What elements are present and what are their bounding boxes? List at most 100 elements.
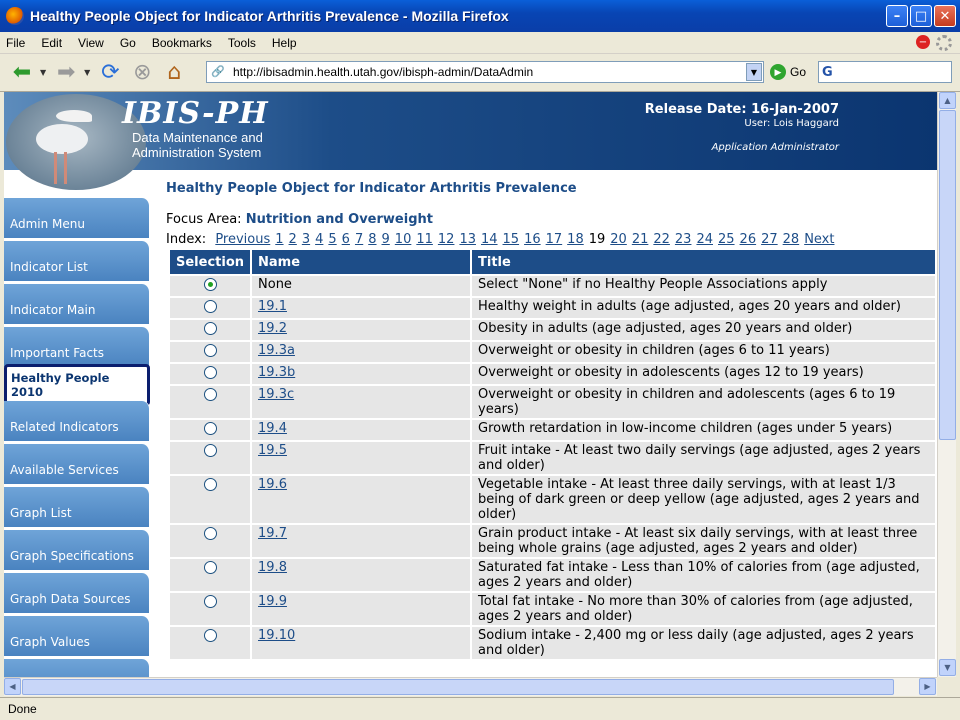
index-link[interactable]: 23 bbox=[675, 232, 692, 247]
index-link[interactable]: 20 bbox=[610, 232, 627, 247]
objective-link[interactable]: 19.7 bbox=[258, 526, 287, 541]
menu-edit[interactable]: Edit bbox=[41, 36, 62, 50]
index-link[interactable]: 12 bbox=[438, 232, 455, 247]
sidebar-item-graph-data-sources[interactable]: Graph Data Sources bbox=[4, 573, 150, 613]
menu-file[interactable]: File bbox=[6, 36, 25, 50]
selection-radio[interactable] bbox=[203, 300, 217, 313]
index-link[interactable]: 7 bbox=[355, 232, 363, 247]
index-link[interactable]: 16 bbox=[524, 232, 541, 247]
horizontal-scroll-thumb[interactable] bbox=[22, 679, 894, 695]
objective-link[interactable]: 19.3c bbox=[258, 387, 294, 402]
sidebar-item-important-facts[interactable]: Important Facts bbox=[4, 327, 150, 367]
selection-radio[interactable] bbox=[203, 478, 217, 491]
index-link[interactable]: 28 bbox=[783, 232, 800, 247]
search-engine-icon[interactable]: G bbox=[822, 65, 833, 80]
close-button[interactable]: ✕ bbox=[934, 5, 956, 27]
vertical-scroll-thumb[interactable] bbox=[939, 110, 956, 440]
selection-cell bbox=[170, 593, 251, 625]
sidebar-item-available-services[interactable]: Available Services bbox=[4, 444, 150, 484]
objective-link[interactable]: 19.4 bbox=[258, 421, 287, 436]
selection-radio[interactable] bbox=[203, 527, 217, 540]
index-link[interactable]: 27 bbox=[761, 232, 778, 247]
maximize-button[interactable]: □ bbox=[910, 5, 932, 27]
forward-dropdown-icon[interactable]: ▼ bbox=[84, 68, 90, 77]
url-input[interactable] bbox=[233, 65, 746, 79]
objective-link[interactable]: 19.8 bbox=[258, 560, 287, 575]
sidebar-item-healthy-people-2010[interactable]: Healthy People 2010 bbox=[4, 364, 150, 406]
sidebar-item-indicator-list[interactable]: Indicator List bbox=[4, 241, 150, 281]
search-box[interactable]: G bbox=[818, 61, 952, 83]
sidebar-item-more[interactable] bbox=[4, 659, 150, 677]
menu-go[interactable]: Go bbox=[120, 36, 136, 50]
reload-icon[interactable]: ⟳ bbox=[96, 59, 124, 87]
index-link[interactable]: 21 bbox=[632, 232, 649, 247]
stop-icon[interactable]: ⊗ bbox=[128, 59, 156, 87]
selection-radio[interactable] bbox=[203, 595, 217, 608]
vertical-scrollbar[interactable]: ▲ ▼ bbox=[937, 92, 956, 677]
objective-link[interactable]: 19.9 bbox=[258, 594, 287, 609]
back-dropdown-icon[interactable]: ▼ bbox=[40, 68, 46, 77]
index-link[interactable]: 10 bbox=[395, 232, 412, 247]
selection-radio[interactable] bbox=[203, 561, 217, 574]
url-bar[interactable]: 🔗 ▼ bbox=[206, 61, 764, 83]
horizontal-scrollbar[interactable]: ◀ ▶ bbox=[4, 677, 937, 696]
url-dropdown-icon[interactable]: ▼ bbox=[746, 63, 762, 81]
index-link[interactable]: 14 bbox=[481, 232, 498, 247]
index-link[interactable]: 11 bbox=[416, 232, 433, 247]
table-row: 19.7 Grain product intake - At least six … bbox=[170, 525, 935, 557]
scroll-up-icon[interactable]: ▲ bbox=[939, 92, 956, 109]
objective-link[interactable]: 19.5 bbox=[258, 443, 287, 458]
forward-arrow-icon[interactable]: ➡ bbox=[52, 59, 80, 87]
sidebar-item-graph-list[interactable]: Graph List bbox=[4, 487, 150, 527]
index-link[interactable]: 2 bbox=[289, 232, 297, 247]
index-link[interactable]: 9 bbox=[382, 232, 390, 247]
index-link[interactable]: 22 bbox=[653, 232, 670, 247]
objective-link[interactable]: 19.10 bbox=[258, 628, 295, 643]
selection-radio[interactable] bbox=[203, 278, 217, 291]
index-link[interactable]: 13 bbox=[459, 232, 476, 247]
home-icon[interactable]: ⌂ bbox=[160, 59, 188, 87]
objective-link[interactable]: 19.3a bbox=[258, 343, 295, 358]
index-link[interactable]: 18 bbox=[567, 232, 584, 247]
index-link[interactable]: 6 bbox=[342, 232, 350, 247]
back-arrow-icon[interactable]: ⬅ bbox=[8, 59, 36, 87]
index-link[interactable]: 4 bbox=[315, 232, 323, 247]
menu-bookmarks[interactable]: Bookmarks bbox=[152, 36, 212, 50]
index-link[interactable]: 8 bbox=[368, 232, 376, 247]
scroll-left-icon[interactable]: ◀ bbox=[4, 678, 21, 695]
user-role: Application Administrator bbox=[711, 142, 839, 153]
objective-link[interactable]: 19.1 bbox=[258, 299, 287, 314]
sidebar-item-indicator-main[interactable]: Indicator Main bbox=[4, 284, 150, 324]
objective-link[interactable]: 19.3b bbox=[258, 365, 295, 380]
menu-view[interactable]: View bbox=[78, 36, 104, 50]
sidebar-item-related-indicators[interactable]: Related Indicators bbox=[4, 401, 150, 441]
index-link[interactable]: 17 bbox=[546, 232, 563, 247]
sidebar-item-graph-specifications[interactable]: Graph Specifications bbox=[4, 530, 150, 570]
menu-help[interactable]: Help bbox=[272, 36, 297, 50]
sidebar-item-admin-menu[interactable]: Admin Menu bbox=[4, 198, 150, 238]
selection-radio[interactable] bbox=[203, 629, 217, 642]
index-link[interactable]: 5 bbox=[328, 232, 336, 247]
objective-link[interactable]: 19.2 bbox=[258, 321, 287, 336]
index-link[interactable]: 3 bbox=[302, 232, 310, 247]
selection-radio[interactable] bbox=[203, 344, 217, 357]
scroll-down-icon[interactable]: ▼ bbox=[939, 659, 956, 676]
selection-radio[interactable] bbox=[203, 444, 217, 457]
selection-radio[interactable] bbox=[203, 422, 217, 435]
index-link-previous[interactable]: Previous bbox=[215, 232, 270, 247]
index-link[interactable]: 26 bbox=[740, 232, 757, 247]
index-link[interactable]: 24 bbox=[696, 232, 713, 247]
selection-radio[interactable] bbox=[203, 388, 217, 401]
index-link-next[interactable]: Next bbox=[804, 232, 834, 247]
sidebar-item-graph-values[interactable]: Graph Values bbox=[4, 616, 150, 656]
objective-link[interactable]: 19.6 bbox=[258, 477, 287, 492]
scroll-right-icon[interactable]: ▶ bbox=[919, 678, 936, 695]
index-link[interactable]: 1 bbox=[275, 232, 283, 247]
selection-radio[interactable] bbox=[203, 366, 217, 379]
minimize-button[interactable]: – bbox=[886, 5, 908, 27]
index-link[interactable]: 25 bbox=[718, 232, 735, 247]
menu-tools[interactable]: Tools bbox=[228, 36, 256, 50]
index-link[interactable]: 15 bbox=[503, 232, 520, 247]
selection-radio[interactable] bbox=[203, 322, 217, 335]
go-button[interactable]: ▶ Go bbox=[770, 64, 806, 80]
